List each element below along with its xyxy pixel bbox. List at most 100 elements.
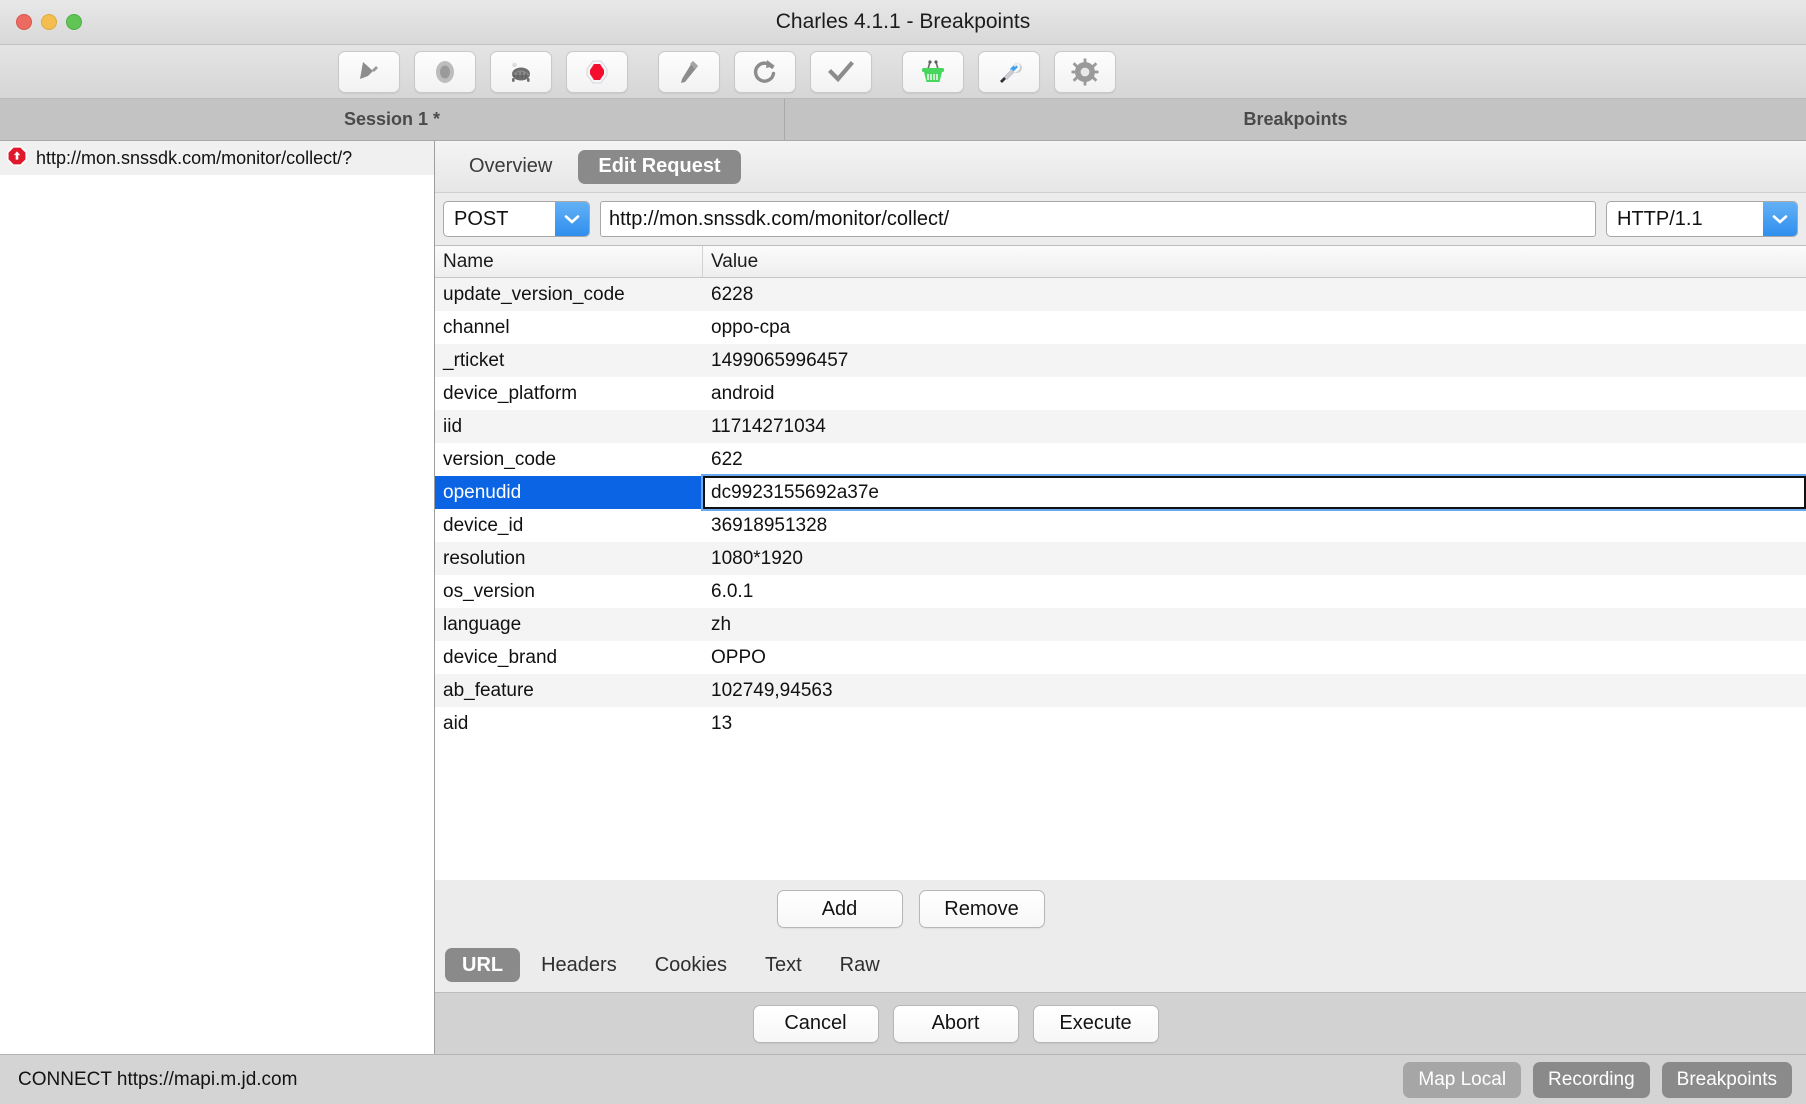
close-button[interactable] bbox=[16, 14, 32, 30]
column-header-name[interactable]: Name bbox=[435, 246, 703, 277]
toggle-recording[interactable]: Recording bbox=[1533, 1061, 1650, 1098]
tab-overview[interactable]: Overview bbox=[449, 150, 572, 184]
tab-edit-request[interactable]: Edit Request bbox=[578, 149, 741, 184]
toggle-breakpoints[interactable]: Breakpoints bbox=[1661, 1061, 1792, 1098]
main-body: http://mon.snssdk.com/monitor/collect/? … bbox=[0, 141, 1806, 1054]
param-name-cell[interactable]: device_brand bbox=[435, 641, 703, 674]
breakpoints-button[interactable] bbox=[566, 50, 628, 93]
record-circle-icon bbox=[430, 57, 460, 87]
status-message: CONNECT https://mapi.m.jd.com bbox=[18, 1068, 298, 1090]
param-name-cell[interactable]: aid bbox=[435, 707, 703, 740]
editor-tab-bar: Overview Edit Request bbox=[435, 141, 1806, 193]
url-input-value: http://mon.snssdk.com/monitor/collect/ bbox=[609, 207, 950, 230]
clear-session-button[interactable] bbox=[338, 50, 400, 93]
param-name-cell[interactable]: _rticket bbox=[435, 344, 703, 377]
table-row[interactable]: aid 13 bbox=[435, 707, 1806, 740]
add-button[interactable]: Add bbox=[776, 890, 903, 928]
table-row[interactable]: resolution 1080*1920 bbox=[435, 542, 1806, 575]
param-value-cell[interactable]: 11714271034 bbox=[703, 410, 1806, 443]
list-item[interactable]: http://mon.snssdk.com/monitor/collect/? bbox=[0, 141, 434, 175]
subtab-raw[interactable]: Raw bbox=[823, 948, 897, 982]
param-name-cell[interactable]: version_code bbox=[435, 443, 703, 476]
tab-breakpoints[interactable]: Breakpoints bbox=[785, 99, 1806, 140]
param-value-cell[interactable]: zh bbox=[703, 608, 1806, 641]
compose-button[interactable] bbox=[658, 50, 720, 93]
request-line-row: POST http://mon.snssdk.com/monitor/colle… bbox=[435, 193, 1806, 245]
param-value-cell[interactable]: 6.0.1 bbox=[703, 575, 1806, 608]
add-remove-bar: Add Remove bbox=[435, 880, 1806, 938]
subtab-text[interactable]: Text bbox=[748, 948, 819, 982]
subtab-cookies[interactable]: Cookies bbox=[638, 948, 744, 982]
minimize-button[interactable] bbox=[41, 14, 57, 30]
refresh-icon bbox=[750, 57, 780, 87]
tab-session-1[interactable]: Session 1 * bbox=[0, 99, 785, 140]
table-row[interactable]: device_id 36918951328 bbox=[435, 509, 1806, 542]
table-row[interactable]: ab_feature 102749,94563 bbox=[435, 674, 1806, 707]
gear-icon bbox=[1070, 57, 1100, 87]
param-value-cell[interactable]: android bbox=[703, 377, 1806, 410]
chevron-down-icon bbox=[555, 202, 589, 236]
table-row[interactable]: version_code 622 bbox=[435, 443, 1806, 476]
param-name-cell[interactable]: device_id bbox=[435, 509, 703, 542]
table-row[interactable]: language zh bbox=[435, 608, 1806, 641]
param-value-cell[interactable]: OPPO bbox=[703, 641, 1806, 674]
green-basket-icon bbox=[918, 57, 948, 87]
param-name-cell[interactable]: resolution bbox=[435, 542, 703, 575]
wrench-screwdriver-icon bbox=[994, 57, 1024, 87]
http-version-select[interactable]: HTTP/1.1 bbox=[1606, 201, 1798, 237]
remove-button[interactable]: Remove bbox=[918, 890, 1045, 928]
subtab-url[interactable]: URL bbox=[445, 948, 521, 982]
subtab-headers[interactable]: Headers bbox=[524, 948, 634, 982]
validate-button[interactable] bbox=[810, 50, 872, 93]
param-name-cell[interactable]: os_version bbox=[435, 575, 703, 608]
param-value-cell[interactable]: 1499065996457 bbox=[703, 344, 1806, 377]
param-value-cell[interactable]: 36918951328 bbox=[703, 509, 1806, 542]
tools-button[interactable] bbox=[978, 50, 1040, 93]
method-select[interactable]: POST bbox=[443, 201, 590, 237]
table-row[interactable]: channel oppo-cpa bbox=[435, 311, 1806, 344]
param-name-cell[interactable]: openudid bbox=[435, 476, 703, 509]
table-row[interactable]: update_version_code 6228 bbox=[435, 278, 1806, 311]
param-value-cell[interactable]: 102749,94563 bbox=[703, 674, 1806, 707]
table-row[interactable]: openudid dc9923155692a37e bbox=[435, 476, 1806, 509]
table-row[interactable]: os_version 6.0.1 bbox=[435, 575, 1806, 608]
execute-button[interactable]: Execute bbox=[1032, 1004, 1159, 1043]
param-value-cell[interactable]: 622 bbox=[703, 443, 1806, 476]
column-header-value[interactable]: Value bbox=[703, 246, 1806, 277]
url-input[interactable]: http://mon.snssdk.com/monitor/collect/ bbox=[600, 201, 1596, 237]
remove-button-label: Remove bbox=[944, 897, 1019, 920]
param-value-input[interactable]: dc9923155692a37e bbox=[703, 476, 1806, 509]
pen-icon bbox=[674, 57, 704, 87]
status-bar: CONNECT https://mapi.m.jd.com Map Local R… bbox=[0, 1054, 1806, 1104]
toolbar-group-tools bbox=[902, 50, 1116, 93]
list-item-label: http://mon.snssdk.com/monitor/collect/? bbox=[36, 147, 353, 168]
broom-icon bbox=[354, 57, 384, 87]
param-value-cell[interactable]: 6228 bbox=[703, 278, 1806, 311]
param-value-cell[interactable]: oppo-cpa bbox=[703, 311, 1806, 344]
table-row[interactable]: device_brand OPPO bbox=[435, 641, 1806, 674]
param-value-cell[interactable]: 13 bbox=[703, 707, 1806, 740]
param-value-cell[interactable]: 1080*1920 bbox=[703, 542, 1806, 575]
record-button[interactable] bbox=[414, 50, 476, 93]
param-name-cell[interactable]: language bbox=[435, 608, 703, 641]
map-local-button[interactable] bbox=[902, 50, 964, 93]
toggle-map-local[interactable]: Map Local bbox=[1403, 1061, 1522, 1098]
repeat-button[interactable] bbox=[734, 50, 796, 93]
tab-session-label: Session 1 * bbox=[343, 109, 441, 129]
param-name-cell[interactable]: device_platform bbox=[435, 377, 703, 410]
param-name-cell[interactable]: channel bbox=[435, 311, 703, 344]
table-row[interactable]: device_platform android bbox=[435, 377, 1806, 410]
query-params-table: Name Value update_version_code 6228 channe… bbox=[435, 245, 1806, 880]
tab-edit-request-label: Edit Request bbox=[598, 155, 721, 177]
table-row[interactable]: _rticket 1499065996457 bbox=[435, 344, 1806, 377]
cancel-button[interactable]: Cancel bbox=[752, 1004, 879, 1043]
list-empty-area bbox=[0, 175, 434, 1054]
param-name-cell[interactable]: update_version_code bbox=[435, 278, 703, 311]
table-row[interactable]: iid 11714271034 bbox=[435, 410, 1806, 443]
param-name-cell[interactable]: iid bbox=[435, 410, 703, 443]
zoom-button[interactable] bbox=[66, 14, 82, 30]
abort-button[interactable]: Abort bbox=[892, 1004, 1019, 1043]
settings-button[interactable] bbox=[1054, 50, 1116, 93]
throttle-button[interactable] bbox=[490, 50, 552, 93]
param-name-cell[interactable]: ab_feature bbox=[435, 674, 703, 707]
